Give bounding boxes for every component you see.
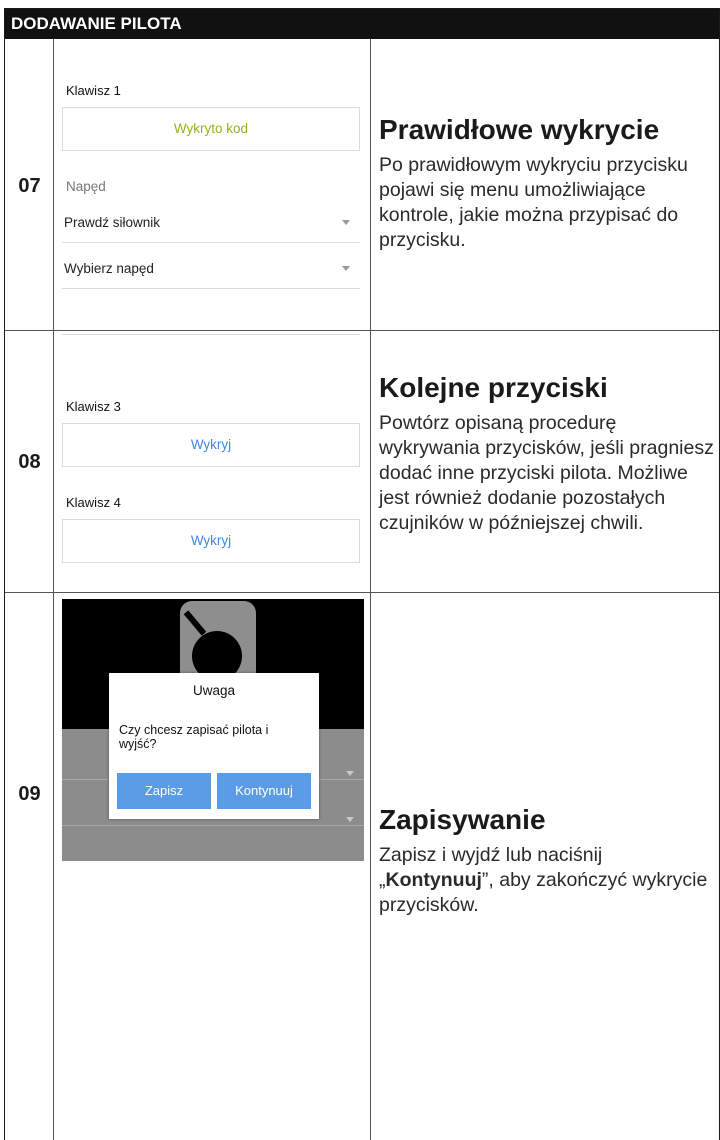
step-number-cell: 07: [5, 39, 54, 330]
step-title: Zapisywanie: [379, 804, 546, 835]
confirm-dialog: Uwaga Czy chcesz zapisać pilota i wyjść?…: [109, 673, 319, 819]
chevron-down-icon: [346, 771, 354, 776]
save-button[interactable]: Zapisz: [117, 773, 211, 809]
table-header: DODAWANIE PILOTA: [5, 9, 719, 39]
step-number: 09: [18, 783, 41, 805]
step-number: 08: [18, 451, 41, 473]
drive-label: Napęd: [66, 179, 106, 194]
step-title: Prawidłowe wykrycie: [379, 114, 660, 145]
select-value: Wybierz napęd: [64, 261, 154, 276]
step-row-08: 08 Klawisz 3 Wykryj Klawisz 4 Wykryj Kol…: [5, 331, 719, 593]
dialog-message: Czy chcesz zapisać pilota i wyjść?: [119, 723, 269, 751]
key-label: Klawisz 1: [66, 83, 121, 98]
step-text: Powtórz opisaną procedurę wykrywania prz…: [379, 412, 714, 534]
step-number-cell: 09: [5, 593, 54, 1140]
dialog-title: Uwaga: [192, 683, 236, 698]
detect-key3-button[interactable]: Wykryj: [62, 423, 360, 467]
screenshot-cell: Klawisz 1 Wykryto kod Napęd Prawdź siłow…: [54, 39, 371, 330]
previous-field-edge: [62, 331, 360, 335]
choose-drive-select[interactable]: Wybierz napęd: [62, 249, 360, 289]
screenshot-cell: Uwaga Czy chcesz zapisać pilota i wyjść?…: [54, 593, 371, 1140]
continue-button[interactable]: Kontynuuj: [217, 773, 311, 809]
description-cell: Prawidłowe wykrycie Po prawidłowym wykry…: [371, 39, 719, 330]
instruction-table: DODAWANIE PILOTA 07 Klawisz 1 Wykryto ko…: [4, 8, 720, 1140]
select-value: Prawdź siłownik: [64, 215, 161, 230]
step-number: 07: [18, 175, 41, 197]
step-text: Zapisz i wyjdź lub naciśnij „Kontynuuj”,…: [379, 843, 719, 918]
step-text: Po prawidłowym wykryciu przycisku pojawi…: [379, 154, 688, 251]
chevron-down-icon: [346, 817, 354, 822]
step-title: Kolejne przyciski: [379, 372, 608, 403]
key-label: Klawisz 4: [66, 495, 121, 510]
step-row-07: 07 Klawisz 1 Wykryto kod Napęd Prawdź si…: [5, 39, 719, 331]
phone-screen: Klawisz 3 Wykryj Klawisz 4 Wykryj: [62, 331, 364, 591]
description-cell: Zapisywanie Zapisz i wyjdź lub naciśnij …: [371, 593, 719, 1140]
phone-screen: Klawisz 1 Wykryto kod Napęd Prawdź siłow…: [62, 39, 364, 329]
key-label: Klawisz 3: [66, 399, 121, 414]
chevron-down-icon: [342, 220, 350, 225]
chevron-down-icon: [342, 266, 350, 271]
screenshot-cell: Klawisz 3 Wykryj Klawisz 4 Wykryj: [54, 331, 371, 592]
step-row-09: 09 Uwaga Czy chcesz zapisać pilota i wyj…: [5, 593, 719, 1140]
step-number-cell: 08: [5, 331, 54, 592]
detected-code-button[interactable]: Wykryto kod: [62, 107, 360, 151]
description-cell: Kolejne przyciski Powtórz opisaną proced…: [371, 331, 719, 592]
divider: [62, 825, 364, 826]
phone-screen-dimmed: Uwaga Czy chcesz zapisać pilota i wyjść?…: [62, 599, 364, 861]
check-actuator-select[interactable]: Prawdź siłownik: [62, 203, 360, 243]
step-text-bold: Kontynuuj: [385, 869, 482, 891]
device-needle: [183, 610, 207, 636]
detect-key4-button[interactable]: Wykryj: [62, 519, 360, 563]
